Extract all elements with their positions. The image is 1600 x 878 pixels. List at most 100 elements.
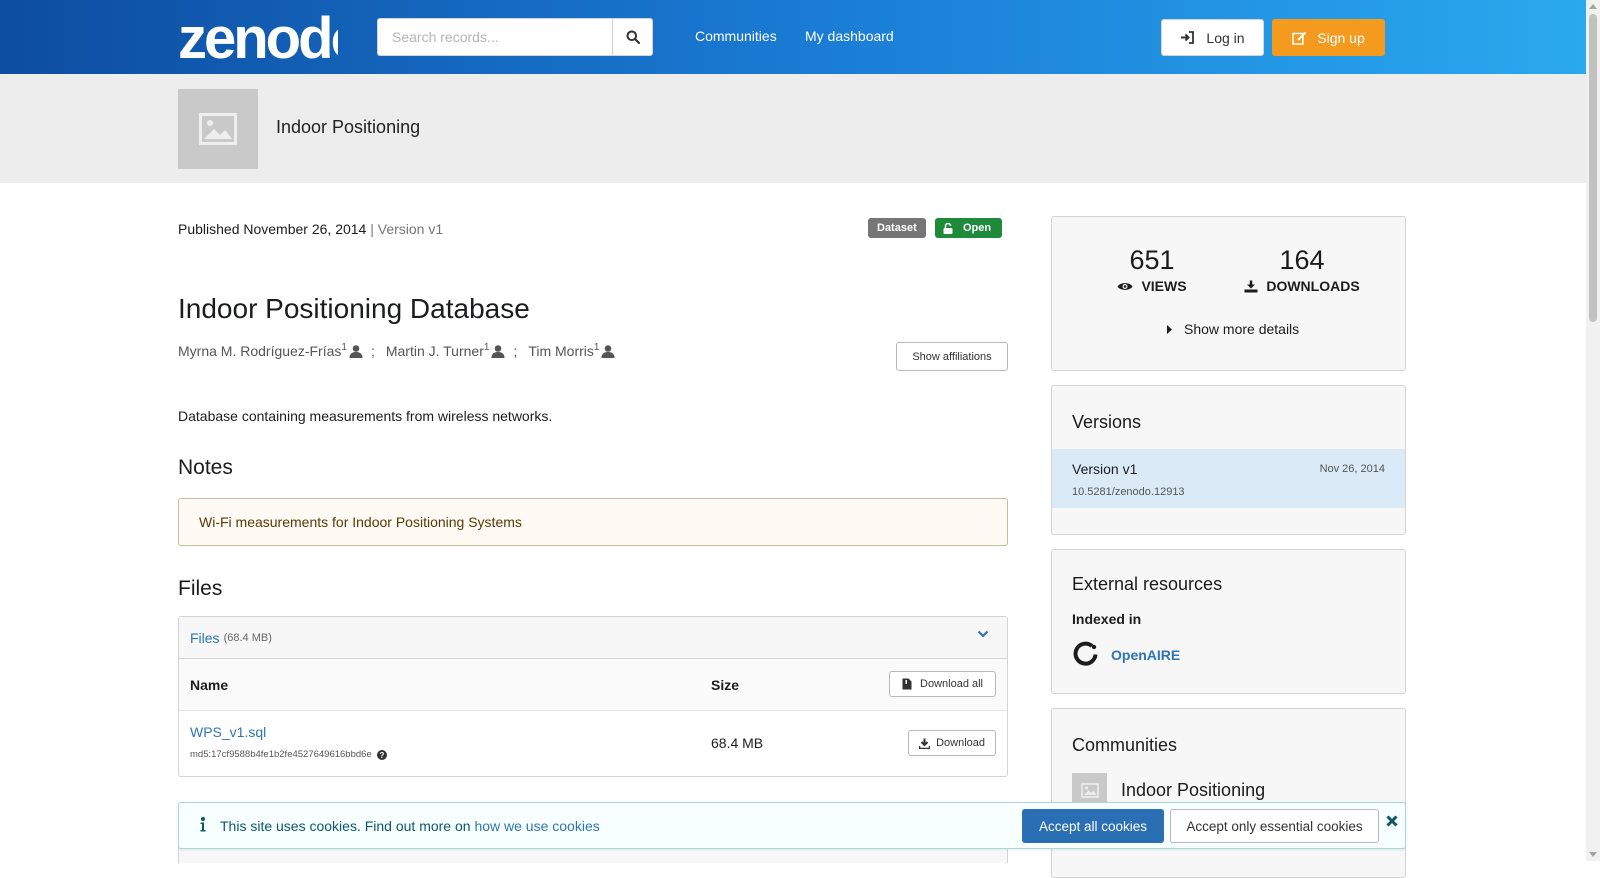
edit-icon — [1292, 31, 1307, 45]
download-button[interactable]: Download — [908, 730, 996, 756]
version-item-label[interactable]: Version v1 — [1072, 461, 1137, 477]
version-label: Version v1 — [377, 221, 444, 237]
downloads-label-row: DOWNLOADS — [1237, 278, 1367, 294]
nav-communities-link[interactable]: Communities — [695, 28, 777, 44]
signup-label: Sign up — [1317, 29, 1365, 46]
search-input[interactable] — [377, 18, 612, 56]
notes-text: Wi-Fi measurements for Indoor Positionin… — [199, 514, 522, 530]
scroll-up-arrow[interactable] — [1589, 4, 1597, 9]
version-item-date: Nov 26, 2014 — [1319, 463, 1385, 475]
search-button[interactable] — [612, 18, 653, 56]
creator-item: Tim Morris 1 — [528, 341, 615, 359]
views-label-row: VIEWS — [1097, 278, 1207, 294]
files-toggle-link[interactable]: Files — [190, 630, 220, 646]
views-stat: 651 VIEWS — [1097, 245, 1207, 294]
files-table-header: Name Size Download all — [179, 659, 1007, 711]
eye-icon — [1117, 282, 1133, 290]
publication-info: Published November 26, 2014 | Version v1 — [178, 221, 443, 237]
cookie-policy-link[interactable]: how we use cookies — [474, 818, 599, 834]
access-status-label: Open — [963, 222, 992, 234]
nav-dashboard-link[interactable]: My dashboard — [805, 28, 894, 44]
download-icon — [919, 738, 931, 749]
community-logo[interactable] — [178, 89, 258, 169]
download-icon — [1244, 280, 1258, 292]
column-header-size: Size — [711, 677, 740, 693]
file-name-link[interactable]: WPS_v1.sql — [190, 724, 266, 740]
user-icon — [349, 344, 363, 358]
versions-card: Versions Version v1 Nov 26, 2014 10.5281… — [1051, 385, 1406, 535]
download-all-button[interactable]: Download all — [889, 671, 996, 697]
openaire-link[interactable]: OpenAIRE — [1072, 641, 1180, 668]
record-title: Indoor Positioning Database — [178, 293, 530, 324]
files-panel-header[interactable]: Files (68.4 MB) — [179, 617, 1007, 659]
resource-type-badge[interactable]: Dataset — [868, 218, 926, 238]
creator-name[interactable]: Martin J. Turner — [386, 343, 484, 359]
logo-text: zenodo — [178, 6, 338, 64]
community-name[interactable]: Indoor Positioning — [1121, 780, 1265, 801]
external-resources-title: External resources — [1072, 574, 1223, 594]
show-more-details-label: Show more details — [1184, 321, 1300, 337]
accept-all-cookies-button[interactable]: Accept all cookies — [1022, 809, 1164, 843]
openaire-label: OpenAIRE — [1111, 646, 1181, 663]
login-label: Log in — [1206, 29, 1245, 46]
files-panel: Files (68.4 MB) Name Size Download all W… — [178, 616, 1008, 777]
scrollbar-thumb[interactable] — [1589, 14, 1597, 322]
search-bar — [377, 18, 653, 56]
signup-button[interactable]: Sign up — [1272, 19, 1385, 56]
notes-box: Wi-Fi measurements for Indoor Positionin… — [178, 498, 1008, 546]
access-status-badge[interactable]: Open — [935, 218, 1003, 238]
external-resources-card: External resources Indexed in OpenAIRE — [1051, 549, 1406, 694]
accept-essential-cookies-button[interactable]: Accept only essential cookies — [1170, 809, 1379, 843]
creators-list: Myrna M. Rodríguez-Frías 1 ; Martin J. T… — [178, 341, 615, 359]
affiliation-index: 1 — [341, 341, 347, 353]
image-placeholder-icon — [1080, 783, 1099, 798]
close-icon[interactable] — [1386, 815, 1398, 827]
zenodo-logo[interactable]: zenodo — [178, 6, 368, 71]
file-archive-icon — [902, 678, 912, 690]
creator-separator: ; — [370, 343, 375, 359]
download-label: Download — [936, 737, 985, 749]
top-navbar: zenodo Communities My dashboard Log in S… — [0, 0, 1586, 74]
user-icon — [601, 344, 615, 358]
file-size: 68.4 MB — [711, 735, 764, 751]
sign-in-icon — [1181, 31, 1195, 44]
views-count: 651 — [1129, 245, 1175, 275]
user-icon — [491, 344, 505, 358]
question-circle-icon[interactable]: ? — [376, 749, 387, 760]
download-all-label: Download all — [920, 678, 983, 690]
show-affiliations-button[interactable]: Show affiliations — [896, 342, 1008, 371]
chevron-down-icon[interactable] — [977, 630, 989, 638]
views-label: VIEWS — [1141, 278, 1187, 294]
version-item-doi: 10.5281/zenodo.12913 — [1072, 486, 1185, 498]
cookie-banner: This site uses cookies. Find out more on… — [178, 802, 1406, 849]
show-more-details-toggle[interactable]: Show more details — [1167, 321, 1299, 337]
file-checksum: md5:17cf9588b4fe1b2fe4527649616bbd6e ? — [190, 749, 387, 760]
file-md5: md5:17cf9588b4fe1b2fe4527649616bbd6e — [190, 749, 372, 760]
files-heading: Files — [178, 577, 223, 600]
creator-separator: ; — [513, 343, 518, 359]
scroll-down-arrow[interactable] — [1589, 852, 1597, 857]
caret-right-icon — [1167, 324, 1172, 334]
openaire-logo-icon — [1073, 641, 1098, 666]
versions-title: Versions — [1072, 412, 1142, 432]
login-button[interactable]: Log in — [1161, 19, 1264, 56]
creator-name[interactable]: Tim Morris — [528, 343, 594, 359]
table-row: WPS_v1.sql md5:17cf9588b4fe1b2fe45276496… — [179, 711, 1007, 776]
cookie-message: This site uses cookies. Find out more on… — [220, 818, 600, 834]
files-total-size: (68.4 MB) — [223, 631, 272, 644]
affiliation-index: 1 — [593, 341, 600, 353]
downloads-count: 164 — [1279, 245, 1325, 275]
column-header-name: Name — [190, 677, 229, 693]
published-date: Published November 26, 2014 — [178, 221, 367, 237]
svg-text:?: ? — [379, 751, 384, 760]
cookie-text: This site uses cookies. Find out more on — [220, 818, 475, 834]
page-scrollbar[interactable] — [1586, 0, 1600, 861]
notes-heading: Notes — [178, 456, 233, 479]
search-icon — [626, 30, 640, 44]
info-icon — [200, 817, 206, 832]
community-title[interactable]: Indoor Positioning — [276, 117, 420, 138]
creator-name[interactable]: Myrna M. Rodríguez-Frías — [178, 343, 341, 359]
version-item[interactable]: Version v1 Nov 26, 2014 10.5281/zenodo.1… — [1052, 449, 1405, 508]
communities-title: Communities — [1072, 735, 1178, 755]
image-placeholder-icon — [199, 113, 237, 145]
